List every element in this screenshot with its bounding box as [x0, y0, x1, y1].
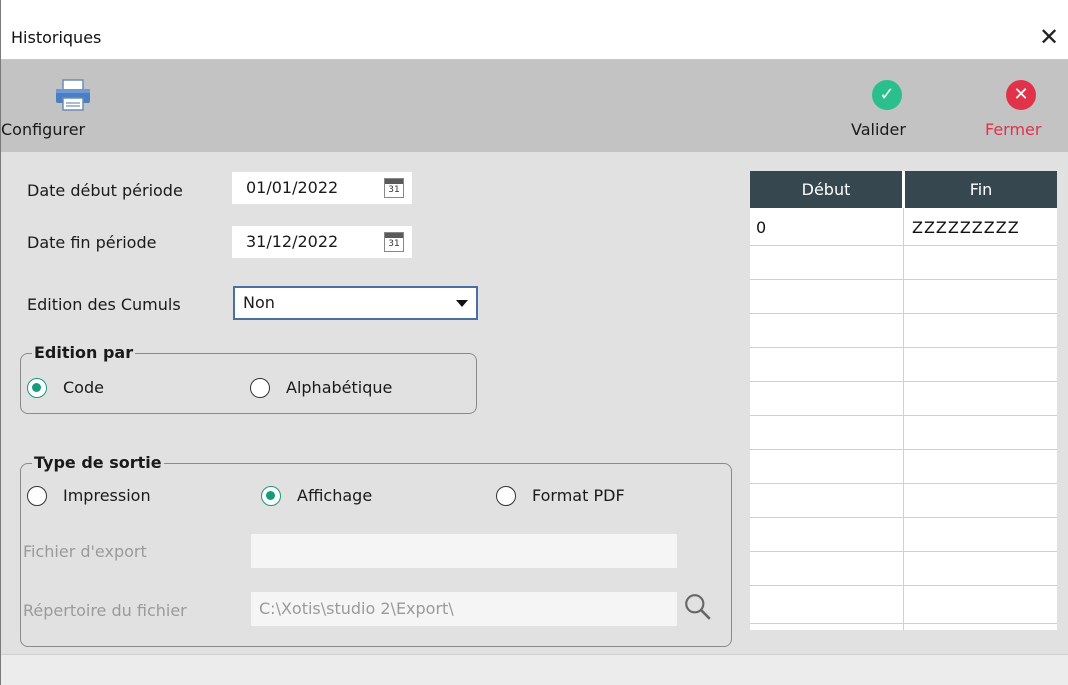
status-bar — [1, 654, 1068, 685]
radio-impression-button[interactable] — [27, 486, 47, 506]
toolbar: Configurer ✓ Valider ✕ Fermer — [1, 60, 1068, 152]
edition-cumuls-value: Non — [243, 293, 275, 312]
grid-row-line — [750, 449, 1057, 450]
range-grid[interactable]: Début Fin 0 ZZZZZZZZZ — [750, 171, 1057, 630]
date-fin-value: 31/12/2022 — [246, 232, 339, 251]
grid-row-line — [750, 415, 1057, 416]
date-debut-field[interactable]: 01/01/2022 31 — [232, 172, 412, 204]
title-bar: Historiques ✕ — [1, 14, 1068, 60]
fermer-button[interactable]: ✕ Fermer — [979, 60, 1068, 152]
radio-impression[interactable]: Impression — [27, 486, 197, 510]
edition-cumuls-select[interactable]: Non — [233, 286, 478, 320]
calendar-icon[interactable]: 31 — [384, 232, 404, 252]
radio-format-pdf-label: Format PDF — [532, 486, 625, 505]
printer-icon — [56, 79, 90, 111]
grid-row-line — [750, 313, 1057, 314]
valider-label: Valider — [851, 120, 906, 139]
grid-header-fin[interactable]: Fin — [905, 171, 1057, 208]
close-icon[interactable]: ✕ — [1035, 22, 1063, 52]
date-debut-label: Date début période — [27, 181, 183, 200]
grid-divider — [903, 208, 904, 630]
radio-impression-label: Impression — [63, 486, 151, 505]
chevron-down-icon — [456, 300, 468, 307]
grid-row-line — [750, 483, 1057, 484]
radio-alphabetique-button[interactable] — [250, 378, 270, 398]
fermer-label: Fermer — [985, 120, 1042, 139]
radio-format-pdf-button[interactable] — [496, 486, 516, 506]
calendar-icon[interactable]: 31 — [384, 178, 404, 198]
grid-row-line — [750, 381, 1057, 382]
fichier-export-input[interactable] — [251, 534, 677, 568]
window-title: Historiques — [11, 28, 102, 47]
checkmark-icon: ✓ — [872, 80, 902, 110]
grid-cell-debut[interactable]: 0 — [756, 211, 767, 245]
edition-par-legend: Edition par — [32, 343, 136, 362]
background-window-fragment — [1, 0, 1068, 14]
grid-cell-fin[interactable]: ZZZZZZZZZ — [912, 211, 1020, 245]
grid-row-line — [750, 551, 1057, 552]
configurer-label: Configurer — [1, 120, 86, 139]
grid-row-line — [750, 623, 1057, 624]
date-fin-field[interactable]: 31/12/2022 31 — [232, 226, 412, 258]
configurer-button[interactable]: Configurer — [1, 60, 141, 152]
radio-alphabetique-label: Alphabétique — [286, 378, 393, 397]
fichier-export-label: Fichier d'export — [23, 542, 147, 561]
radio-code-label: Code — [63, 378, 104, 397]
grid-row-line — [750, 245, 1057, 246]
grid-row-line — [750, 517, 1057, 518]
historiques-dialog: Historiques ✕ Configurer ✓ Valider ✕ Fer… — [0, 0, 1068, 685]
date-fin-label: Date fin période — [27, 233, 157, 252]
grid-row-line — [750, 279, 1057, 280]
radio-code-button[interactable] — [27, 378, 47, 398]
radio-code[interactable]: Code — [27, 378, 147, 402]
repertoire-input[interactable]: C:\Xotis\studio 2\Export\ — [251, 592, 677, 626]
close-circle-icon: ✕ — [1006, 80, 1036, 110]
grid-row-line — [750, 585, 1057, 586]
radio-affichage-button[interactable] — [261, 486, 281, 506]
radio-affichage[interactable]: Affichage — [261, 486, 421, 510]
search-icon[interactable] — [683, 592, 713, 622]
repertoire-label: Répertoire du fichier — [23, 601, 187, 620]
valider-button[interactable]: ✓ Valider — [846, 60, 936, 152]
radio-format-pdf[interactable]: Format PDF — [496, 486, 676, 510]
edition-cumuls-label: Edition des Cumuls — [27, 295, 181, 314]
radio-affichage-label: Affichage — [297, 486, 373, 505]
radio-alphabetique[interactable]: Alphabétique — [250, 378, 450, 402]
grid-row-line — [750, 347, 1057, 348]
date-debut-value: 01/01/2022 — [246, 178, 339, 197]
type-sortie-legend: Type de sortie — [32, 453, 164, 472]
grid-header-debut[interactable]: Début — [750, 171, 902, 208]
